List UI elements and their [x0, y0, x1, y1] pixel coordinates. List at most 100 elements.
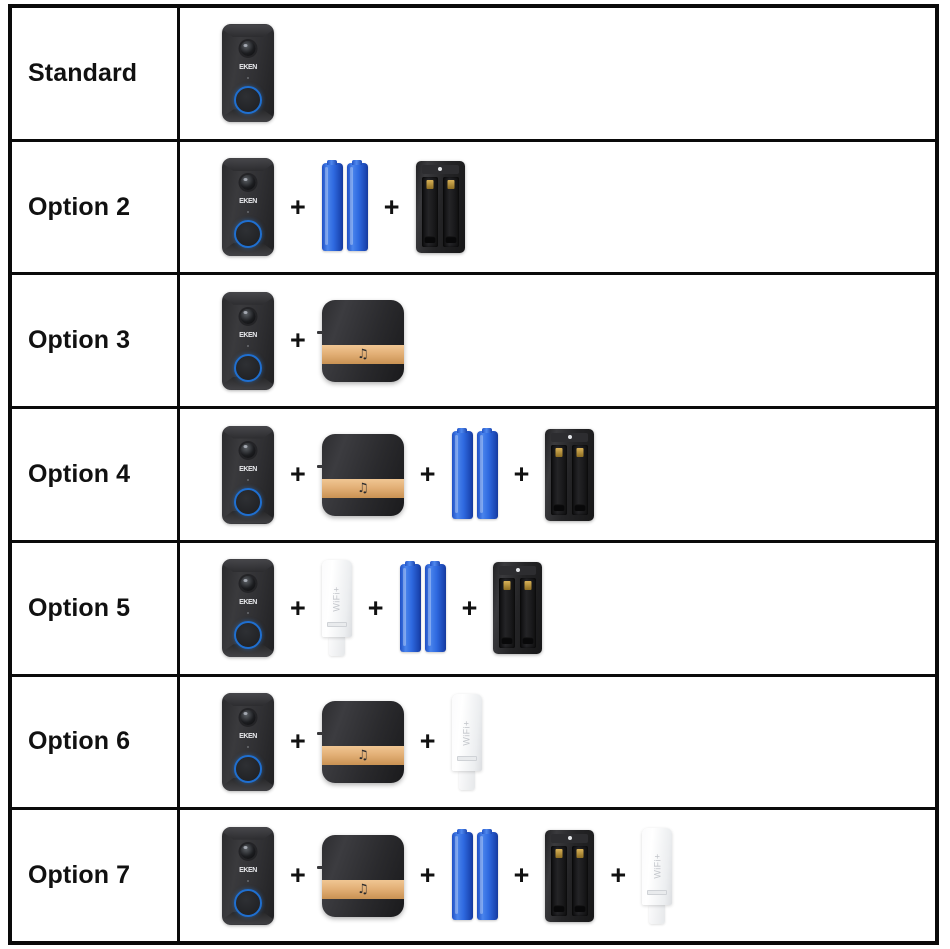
doorbell-press-button — [234, 487, 262, 516]
plus-separator: + — [419, 459, 436, 490]
option-label-cell: Option 5 — [12, 542, 180, 674]
table-row: Option 2 EKEN + + — [12, 141, 935, 276]
product-chime: ♫ — [316, 834, 404, 917]
camera-lens-icon — [240, 843, 256, 859]
option-items-cell: EKEN — [180, 8, 935, 139]
doorbell-press-button — [234, 621, 262, 650]
table-row: Standard EKEN — [12, 8, 935, 142]
charger-led-indicator — [567, 434, 572, 439]
option-label: Option 6 — [28, 727, 131, 756]
doorbell-body: EKEN — [222, 425, 274, 524]
wifi-extender-label: WiFi+ — [652, 853, 663, 879]
charger-slot — [572, 444, 589, 515]
doorbell-press-button — [234, 86, 262, 115]
charger-led-indicator — [438, 167, 443, 172]
plus-separator: + — [290, 726, 306, 757]
wifi-extender-connector — [456, 756, 477, 762]
plus-separator: + — [383, 191, 400, 222]
doorbell-sensor-dot — [247, 745, 249, 748]
charger-slots — [499, 578, 537, 649]
battery-cell — [476, 427, 498, 519]
charger-slot — [551, 845, 568, 916]
product-batteries — [399, 561, 446, 653]
product-batteries — [321, 160, 368, 252]
product-wifi-extender: WiFi+ — [451, 693, 482, 790]
wifi-extender-label: WiFi+ — [461, 719, 472, 746]
doorbell-sensor-dot — [247, 211, 249, 214]
product-doorbell: EKEN — [222, 425, 274, 524]
doorbell-press-button — [234, 888, 262, 917]
doorbell-sensor-dot — [247, 77, 249, 80]
music-note-icon: ♫ — [356, 881, 369, 897]
option-label-cell: Option 2 — [12, 141, 180, 273]
wifi-extender-connector — [326, 622, 347, 628]
chime-accent-band: ♫ — [321, 879, 404, 899]
plus-separator: + — [367, 592, 384, 623]
product-wifi-extender: WiFi+ — [642, 827, 673, 924]
camera-lens-icon — [240, 709, 256, 725]
charger-slots — [551, 845, 589, 916]
camera-lens-icon — [240, 576, 256, 592]
option-label-cell: Option 7 — [12, 810, 180, 942]
product-chime: ♫ — [316, 700, 404, 783]
doorbell-sensor-dot — [247, 478, 249, 481]
charger-slot — [499, 578, 516, 649]
doorbell-brand-logo: EKEN — [239, 599, 257, 607]
doorbell-brand-logo: EKEN — [239, 198, 257, 206]
battery-pair — [399, 561, 446, 653]
charger-slot — [572, 845, 589, 916]
camera-lens-icon — [240, 308, 256, 324]
camera-lens-icon — [240, 41, 256, 57]
wifi-extender-case: WiFi+ — [642, 827, 673, 905]
option-items-cell: EKEN + + — [180, 142, 935, 273]
doorbell-top-bevel — [222, 158, 274, 172]
doorbell-top-bevel — [222, 24, 274, 38]
doorbell-sensor-dot — [247, 612, 249, 615]
wifi-extender-base — [328, 637, 345, 657]
doorbell-top-bevel — [222, 692, 274, 706]
music-note-icon: ♫ — [356, 346, 369, 362]
plus-separator: + — [290, 860, 306, 891]
plus-separator: + — [610, 860, 627, 891]
chime-accent-band: ♫ — [321, 478, 404, 498]
charger-slot — [551, 444, 568, 515]
music-note-icon: ♫ — [356, 747, 369, 763]
plus-separator: + — [290, 459, 306, 490]
charger-slot — [520, 578, 537, 649]
chime-plug-pin — [316, 731, 324, 735]
option-label: Option 4 — [28, 460, 131, 489]
option-label-cell: Option 3 — [12, 275, 180, 407]
option-items-cell: EKEN + ♫ + WiFi+ — [180, 677, 935, 808]
doorbell-brand-logo: EKEN — [239, 866, 257, 874]
product-charger — [545, 829, 595, 922]
battery-cell — [476, 828, 498, 920]
product-doorbell: EKEN — [222, 291, 274, 390]
battery-pair — [451, 828, 498, 920]
plus-separator: + — [461, 592, 478, 623]
doorbell-top-bevel — [222, 291, 274, 305]
option-label: Option 5 — [28, 593, 131, 622]
charger-slot — [442, 177, 459, 248]
option-label: Option 2 — [28, 192, 131, 221]
charger-slot — [421, 177, 438, 248]
battery-cell — [321, 160, 343, 252]
doorbell-press-button — [234, 754, 262, 783]
product-doorbell: EKEN — [222, 158, 274, 257]
doorbell-brand-logo: EKEN — [239, 331, 257, 339]
camera-lens-icon — [240, 175, 256, 191]
product-charger — [415, 161, 465, 254]
product-options-table: Standard EKEN Option 2 EKEN + + Option 3 EKEN + ♫… — [8, 4, 939, 945]
option-items-cell: EKEN + ♫ — [180, 275, 935, 406]
product-doorbell: EKEN — [222, 826, 274, 925]
option-label: Option 3 — [28, 326, 131, 355]
product-batteries — [451, 427, 498, 519]
wifi-extender-connector — [647, 889, 668, 895]
wifi-extender-case: WiFi+ — [451, 693, 482, 772]
product-batteries — [451, 828, 498, 920]
doorbell-body: EKEN — [222, 559, 274, 658]
doorbell-body: EKEN — [222, 826, 274, 925]
doorbell-brand-logo: EKEN — [239, 64, 257, 72]
battery-pair — [321, 160, 368, 252]
doorbell-press-button — [234, 353, 262, 382]
wifi-extender-label: WiFi+ — [331, 586, 342, 612]
